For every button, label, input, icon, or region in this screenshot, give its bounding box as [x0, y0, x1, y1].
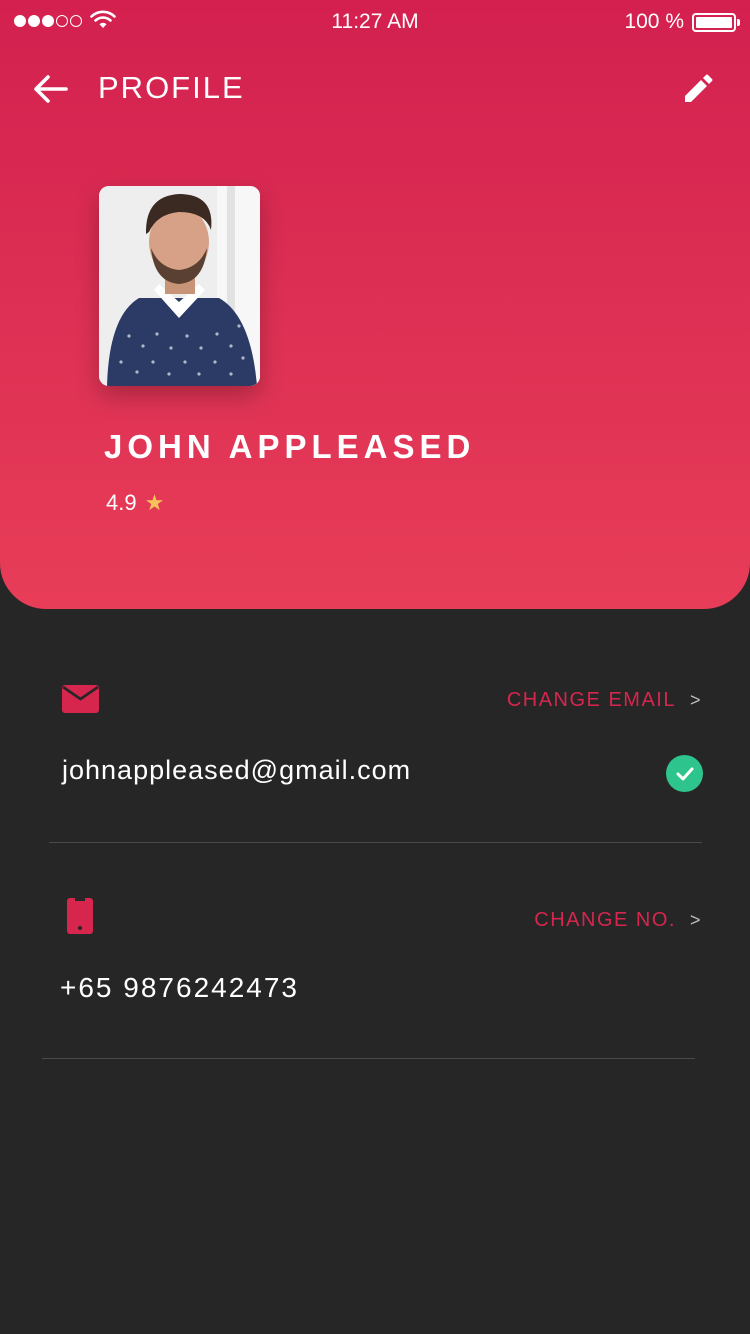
battery-icon — [692, 13, 740, 32]
change-number-link[interactable]: CHANGE NO. > — [534, 909, 702, 932]
change-email-link[interactable]: CHANGE EMAIL > — [507, 689, 702, 712]
profile-name: JOHN APPLEASED — [104, 428, 476, 465]
mobile-phone-icon — [67, 898, 93, 934]
avatar — [99, 186, 260, 386]
star-icon: ★ — [144, 490, 165, 515]
page-title: PROFILE — [98, 70, 245, 105]
email-value: johnappleased@gmail.com — [62, 755, 412, 785]
profile-header: 11:27 AM 100 % PROFILE JOHN APPLEASED 4.… — [0, 0, 750, 609]
chevron-right-icon: > — [689, 690, 702, 710]
change-email-label: CHANGE EMAIL — [506, 689, 676, 711]
divider — [49, 842, 702, 843]
rating-value: 4.9 — [106, 490, 137, 515]
pencil-icon[interactable] — [682, 73, 714, 105]
phone-value: +65 9876242473 — [60, 972, 299, 1003]
checkmark-icon — [666, 755, 703, 792]
envelope-icon — [62, 685, 99, 713]
battery-percentage: 100 % — [624, 10, 684, 33]
status-bar: 11:27 AM 100 % — [0, 0, 750, 44]
divider — [42, 1058, 695, 1059]
arrow-left-icon[interactable] — [32, 72, 68, 106]
change-number-label: CHANGE NO. — [534, 909, 676, 931]
chevron-right-icon: > — [689, 910, 702, 930]
profile-rating: 4.9 ★ — [106, 490, 164, 516]
